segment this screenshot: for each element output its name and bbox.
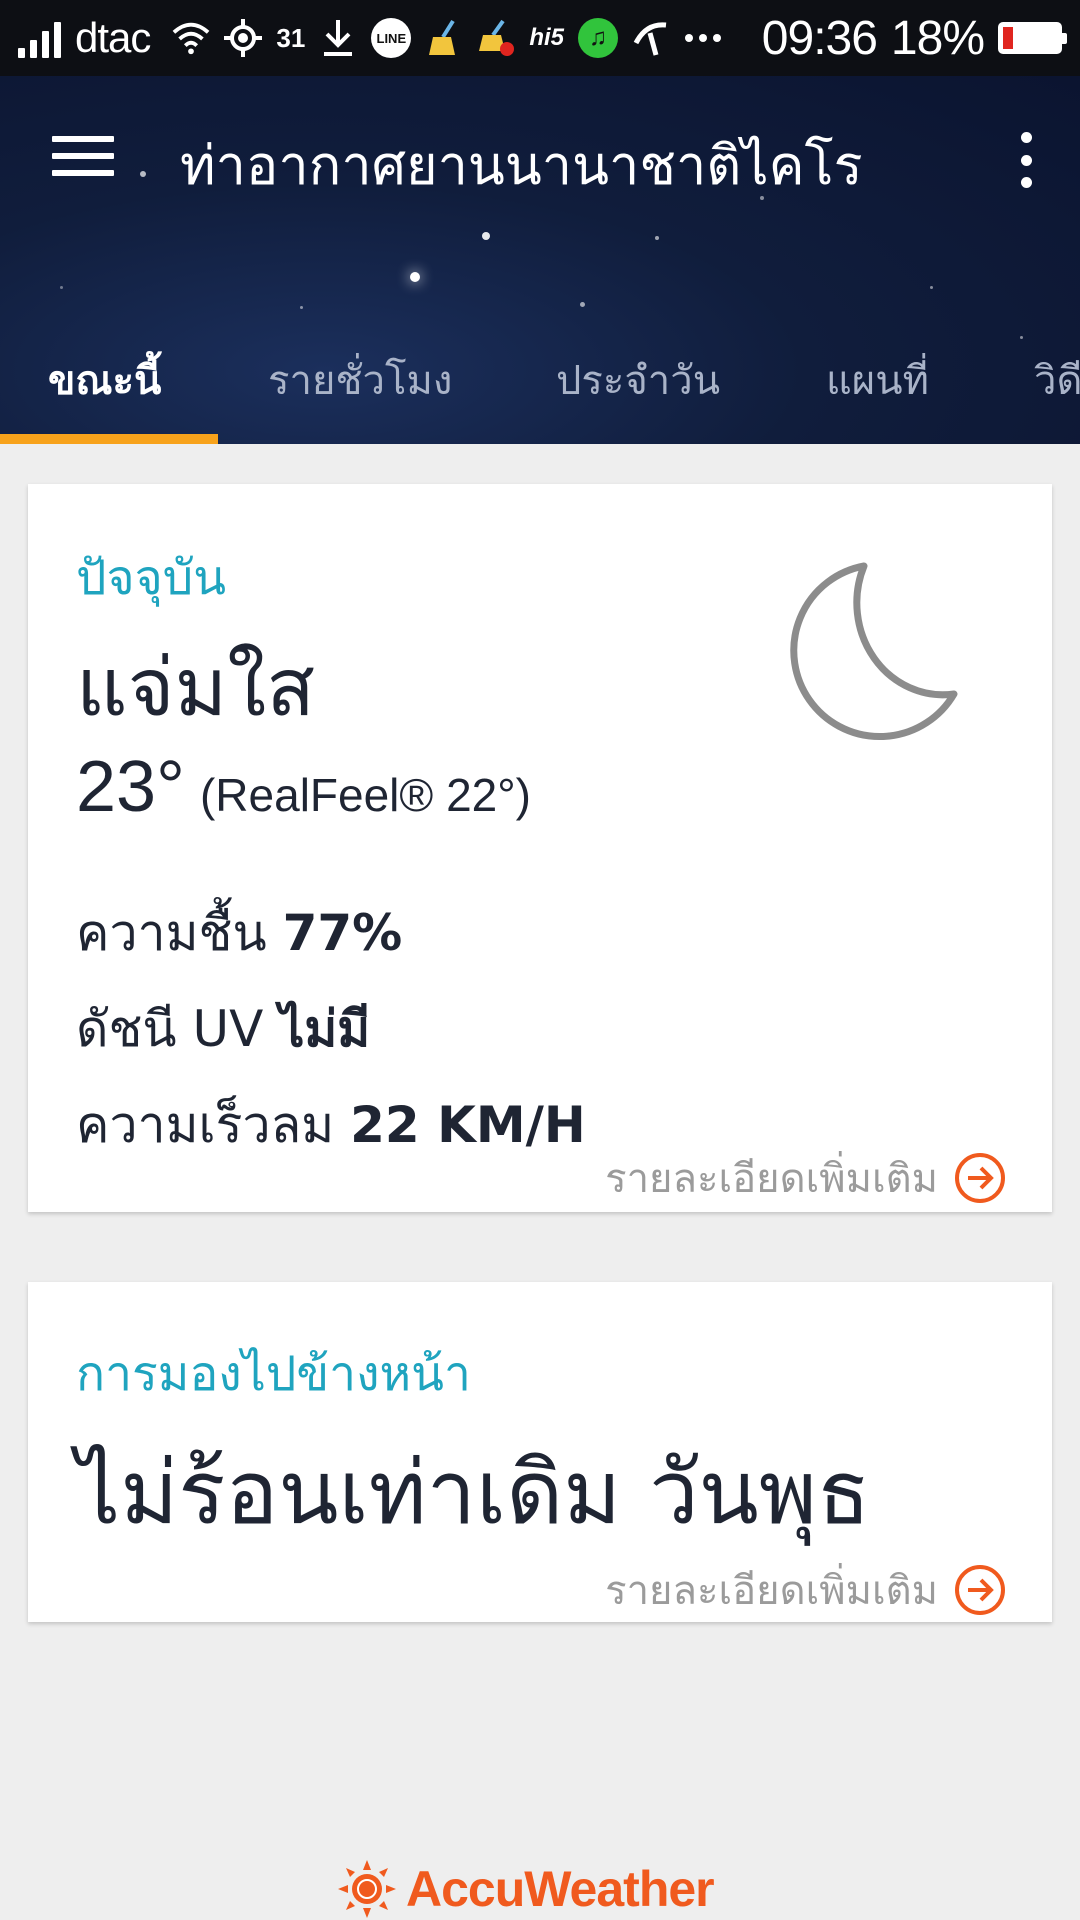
arrow-right-circle-icon <box>955 1565 1005 1615</box>
more-details-label: รายละเอียดเพิ่มเติม <box>605 1156 938 1202</box>
uv-row: ดัชนี UV ไม่มี <box>76 990 370 1069</box>
gps-icon <box>224 19 263 57</box>
location-title: ท่าอากาศยานนานาชาติไคโร <box>180 134 863 197</box>
humidity-value: 77% <box>282 904 403 962</box>
more-notifications-icon <box>684 19 722 57</box>
wind-row: ความเร็วลม 22 KM/H <box>76 1086 586 1165</box>
cleaner-alert-icon <box>477 19 515 57</box>
battery-percent: 18% <box>890 11 985 65</box>
tab-daily[interactable]: ประจำวัน <box>556 348 720 412</box>
tab-hourly[interactable]: รายชั่วโมง <box>268 348 452 412</box>
realfeel-temperature: (RealFeel® 22°) <box>199 769 531 821</box>
signal-icon <box>18 18 61 58</box>
wifi-icon <box>172 19 210 57</box>
current-temperature: 23° <box>76 747 185 827</box>
battery-icon <box>998 22 1067 54</box>
tab-maps[interactable]: แผนที่ <box>826 348 929 412</box>
menu-icon[interactable] <box>52 136 114 182</box>
clock: 09:36 <box>761 11 878 65</box>
status-bar: dtac 31 LINE hi5 ♫ 09:36 18% <box>0 0 1080 76</box>
sun-logo-icon <box>338 1860 396 1918</box>
humidity-label: ความชื้น <box>76 904 267 962</box>
outlook-more-details-link[interactable]: รายละเอียดเพิ่มเติม <box>605 1558 1006 1622</box>
tab-bar: ขณะนี้ รายชั่วโมง ประจำวัน แผนที่ วิดี <box>0 326 1080 444</box>
overflow-menu-icon[interactable] <box>1014 132 1038 188</box>
music-app-icon: ♫ <box>578 18 618 58</box>
status-bar-right: 09:36 18% <box>761 11 1067 66</box>
carrier-name: dtac <box>75 14 151 61</box>
more-details-label: รายละเอียดเพิ่มเติม <box>605 1568 938 1614</box>
temperature-row: 23° (RealFeel® 22°) <box>76 746 531 828</box>
uv-value: ไม่มี <box>279 1000 371 1058</box>
carrier-app-icon <box>632 19 670 57</box>
uv-label: ดัชนี UV <box>76 1000 264 1058</box>
line-app-icon: LINE <box>371 18 412 58</box>
arrow-right-circle-icon <box>955 1153 1005 1203</box>
current-conditions-card[interactable]: ปัจจุบัน แจ่มใส 23° (RealFeel® 22°) ความ… <box>28 484 1052 1212</box>
humidity-row: ความชื้น 77% <box>76 894 402 973</box>
wind-label: ความเร็วลม <box>76 1096 335 1154</box>
active-tab-indicator <box>0 434 218 444</box>
notification-icons: 31 LINE hi5 ♫ <box>172 18 722 58</box>
current-section-label: ปัจจุบัน <box>76 550 226 606</box>
logo-text: AccuWeather <box>406 1861 715 1917</box>
temperature-badge: 31 <box>276 22 306 53</box>
moon-icon <box>790 562 958 741</box>
current-more-details-link[interactable]: รายละเอียดเพิ่มเติม <box>605 1146 1006 1210</box>
tab-video[interactable]: วิดี <box>1034 348 1080 412</box>
battery-level <box>1003 27 1013 49</box>
outlook-card[interactable]: การมองไปข้างหน้า ไม่ร้อนเท่าเดิม วันพุธ … <box>28 1282 1052 1622</box>
tab-now[interactable]: ขณะนี้ <box>48 348 161 412</box>
status-bar-left: dtac 31 LINE hi5 ♫ <box>18 14 722 62</box>
hi5-app-icon: hi5 <box>529 24 564 51</box>
outlook-text: ไม่ร้อนเท่าเดิม วันพุธ <box>76 1441 871 1544</box>
outlook-section-label: การมองไปข้างหน้า <box>76 1346 471 1402</box>
download-icon <box>319 19 357 57</box>
accuweather-logo[interactable]: AccuWeather <box>338 1860 715 1918</box>
toolbar: ท่าอากาศยานนานาชาติไคโร <box>0 76 1080 246</box>
cleaner-broom-icon <box>425 19 463 57</box>
app-header: ท่าอากาศยานนานาชาติไคโร ขณะนี้ รายชั่วโม… <box>0 76 1080 444</box>
weather-condition: แจ่มใส <box>76 641 316 734</box>
wind-value: 22 KM/H <box>350 1096 586 1154</box>
